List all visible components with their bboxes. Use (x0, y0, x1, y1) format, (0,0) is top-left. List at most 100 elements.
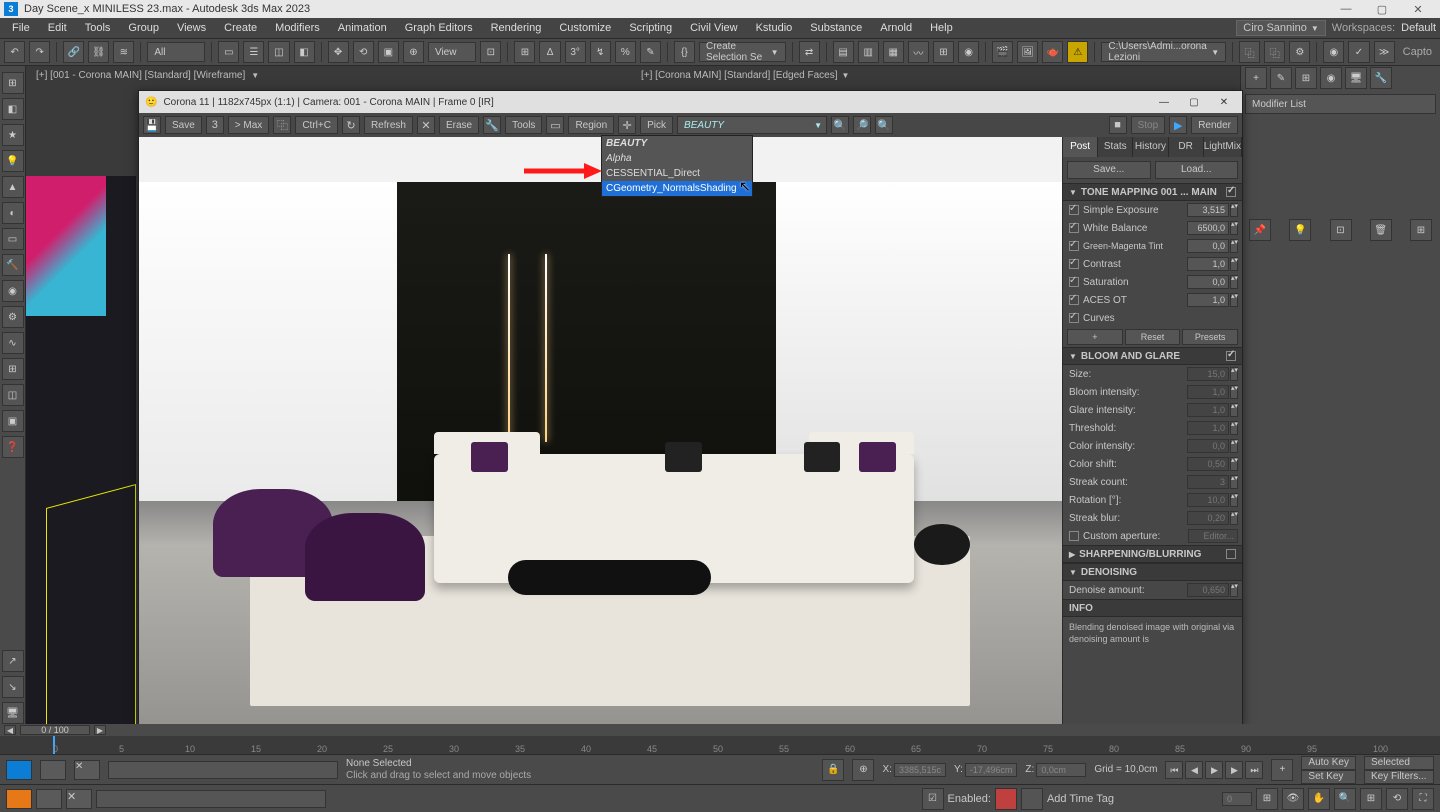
load-preset-button[interactable]: Load... (1155, 161, 1239, 179)
undo-button[interactable]: ↶ (4, 41, 25, 63)
unlink-button[interactable]: ⛓ (88, 41, 109, 63)
spinner[interactable]: ▴▾ (1230, 439, 1238, 453)
section-sharpen[interactable]: ▶SHARPENING/BLURRING (1063, 545, 1242, 563)
aces-value[interactable]: 1,0 (1187, 293, 1229, 307)
tools-icon[interactable]: 🔧 (483, 116, 501, 134)
vfb-close[interactable]: ✕ (1212, 97, 1236, 108)
tl-ruler[interactable]: 0510152025303540455055606570758085909510… (0, 736, 1440, 754)
tomax-icon[interactable]: 3 (206, 116, 224, 134)
enabled-grey[interactable] (1021, 788, 1043, 810)
percent-snap[interactable]: 3° (565, 41, 586, 63)
region-icon[interactable]: ▭ (546, 116, 564, 134)
ctrlc-button[interactable]: Ctrl+C (295, 116, 338, 134)
spinner[interactable]: ▴▾ (1230, 421, 1238, 435)
tab-dr[interactable]: DR (1169, 137, 1204, 157)
toggle-ribbon[interactable]: ▦ (883, 41, 904, 63)
vfb-maximize[interactable]: ▢ (1182, 97, 1206, 108)
hierarchy-tab[interactable]: ⊞ (1295, 67, 1317, 89)
ls-icon[interactable]: ★ (2, 124, 24, 146)
scale-button[interactable]: ▣ (378, 41, 399, 63)
modifier-list[interactable]: Modifier List (1245, 94, 1436, 114)
menu-tools[interactable]: Tools (77, 20, 119, 36)
ls-icon[interactable]: ⊞ (2, 72, 24, 94)
next-frame[interactable]: ▶ (1225, 761, 1243, 779)
spinner[interactable]: ▴▾ (1230, 583, 1238, 597)
menu-rendering[interactable]: Rendering (483, 20, 550, 36)
project-path[interactable]: C:\Users\Admi...orona Lezioni▼ (1101, 42, 1226, 62)
tab-history[interactable]: History (1133, 137, 1168, 157)
enabled-red[interactable] (995, 788, 1017, 810)
x-value[interactable]: 3385,515c (894, 763, 946, 777)
editor-button[interactable]: Editor... (1188, 529, 1238, 543)
save-button[interactable]: Save (165, 116, 202, 134)
goto-end[interactable]: ⏭ (1245, 761, 1263, 779)
cb-icon[interactable]: ☑ (922, 788, 944, 810)
vfb-minimize[interactable]: — (1152, 97, 1176, 108)
spinner[interactable]: ▴▾ (1230, 403, 1238, 417)
dd-item-alpha[interactable]: Alpha (602, 151, 752, 166)
key-mode[interactable]: Selected (1364, 756, 1434, 770)
named-sel-dropdown[interactable]: Create Selection Se▼ (699, 42, 786, 62)
nav-icon[interactable]: 👁 (1282, 788, 1304, 810)
erase-icon[interactable]: ✕ (417, 116, 435, 134)
reset-button[interactable]: Reset (1125, 329, 1181, 345)
ls-icon[interactable]: ↘ (2, 676, 24, 698)
link-button[interactable]: 🔗 (63, 41, 84, 63)
tl-frame-display[interactable]: 0 / 100 (20, 725, 90, 735)
spinner[interactable]: ▴▾ (1230, 239, 1238, 253)
dd-item-direct[interactable]: CESSENTIAL_Direct (602, 166, 752, 181)
spinner[interactable]: ▴▾ (1230, 203, 1238, 217)
corona-vfb-icon[interactable]: ✓ (1348, 41, 1369, 63)
lock-icon[interactable]: 🔒 (822, 759, 844, 781)
region-button[interactable]: Region (568, 116, 614, 134)
tools-button[interactable]: Tools (505, 116, 542, 134)
menu-create[interactable]: Create (216, 20, 265, 36)
abs-rel-icon[interactable]: ⊕ (852, 759, 874, 781)
ls-icon[interactable]: 🔨 (2, 254, 24, 276)
configure[interactable]: ⊞ (1410, 219, 1432, 241)
curve-editor[interactable]: 〰 (908, 41, 929, 63)
angle-snap[interactable]: ∆ (539, 41, 560, 63)
align-button[interactable]: ▤ (833, 41, 854, 63)
tab-stats[interactable]: Stats (1098, 137, 1133, 157)
listener-icon[interactable] (40, 760, 66, 780)
menu-arnold[interactable]: Arnold (872, 20, 920, 36)
spinner-snap[interactable]: ↯ (590, 41, 611, 63)
zoom-region-icon[interactable]: 🔍 (875, 116, 893, 134)
save-preset-button[interactable]: Save... (1067, 161, 1151, 179)
zoom-1to1-icon[interactable]: 🔎 (853, 116, 871, 134)
prev-frame[interactable]: ◀ (1185, 761, 1203, 779)
command-input[interactable] (96, 790, 326, 808)
select-rect-button[interactable]: ◫ (268, 41, 289, 63)
warning-icon[interactable]: ⚠ (1067, 41, 1088, 63)
taskbar-icon[interactable]: ✕ (66, 789, 92, 809)
exposure-value[interactable]: 3,515 (1187, 203, 1229, 217)
menu-views[interactable]: Views (169, 20, 214, 36)
rotate-button[interactable]: ⟲ (353, 41, 374, 63)
stop-icon[interactable]: ■ (1109, 116, 1127, 134)
wb-value[interactable]: 6500,0 (1187, 221, 1229, 235)
dd-item-beauty[interactable]: BEAUTY (602, 136, 752, 151)
menu-group[interactable]: Group (120, 20, 167, 36)
render-frame[interactable]: 🖼 (1017, 41, 1038, 63)
menu-help[interactable]: Help (922, 20, 961, 36)
close-button[interactable]: ✕ (1400, 3, 1436, 16)
spinner[interactable]: ▴▾ (1230, 275, 1238, 289)
presets-button[interactable]: Presets (1182, 329, 1238, 345)
add-key-icon[interactable]: + (1271, 759, 1293, 781)
gm-value[interactable]: 0,0 (1187, 239, 1229, 253)
layer-explorer[interactable]: ▥ (858, 41, 879, 63)
render-element-dropdown[interactable]: BEAUTY▼ (677, 116, 827, 134)
ls-icon[interactable]: ↗ (2, 650, 24, 672)
z-value[interactable]: 0,0cm (1036, 763, 1086, 777)
place-button[interactable]: ⊕ (403, 41, 424, 63)
pin-stack[interactable]: 📌 (1249, 219, 1271, 241)
menu-civil-view[interactable]: Civil View (682, 20, 745, 36)
play[interactable]: ▶ (1205, 761, 1223, 779)
ls-icon[interactable]: ◉ (2, 280, 24, 302)
ls-icon[interactable]: ⊞ (2, 358, 24, 380)
spinner[interactable]: ▴▾ (1230, 385, 1238, 399)
addtime-label[interactable]: Add Time Tag (1047, 793, 1114, 805)
ls-icon[interactable]: ⚙ (2, 306, 24, 328)
menu-file[interactable]: File (4, 20, 38, 36)
